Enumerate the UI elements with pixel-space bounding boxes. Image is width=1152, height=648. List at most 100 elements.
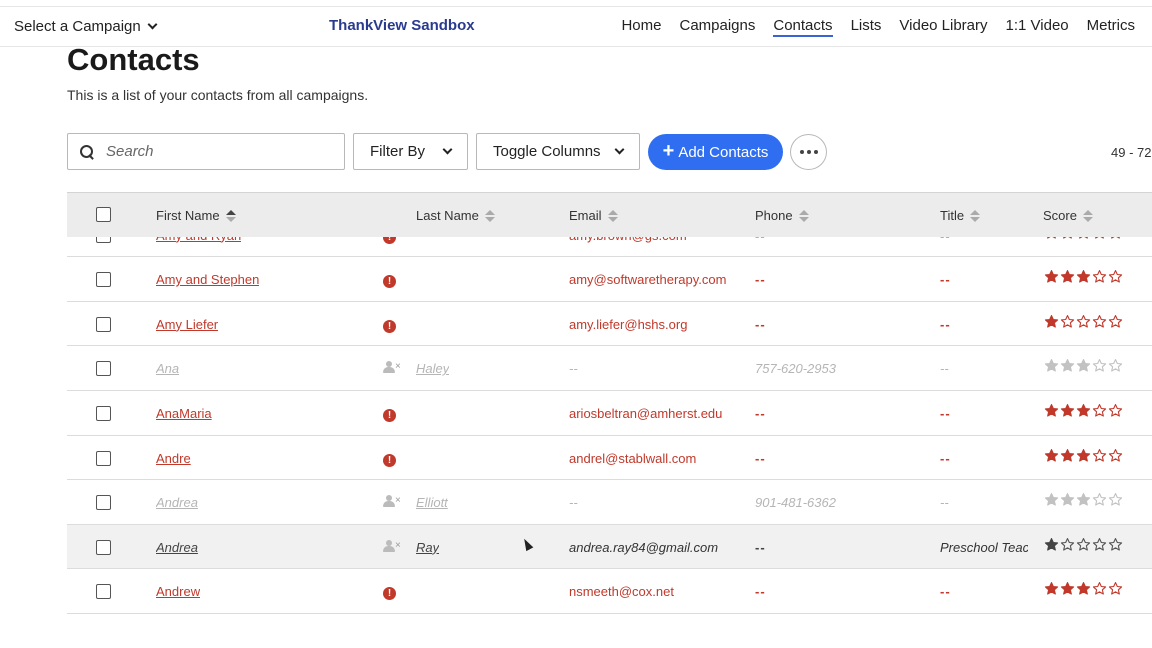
contact-score-stars (1044, 492, 1123, 511)
contact-first-name-link[interactable]: Amy Liefer (156, 317, 218, 332)
star-icon (1060, 582, 1075, 595)
contact-phone: -- (755, 406, 766, 421)
contact-first-name-link[interactable]: Andrea (156, 495, 198, 510)
warning-icon: ! (383, 584, 396, 601)
star-icon (1060, 537, 1075, 551)
row-checkbox[interactable] (96, 316, 111, 332)
star-icon (1060, 270, 1075, 283)
row-checkbox[interactable] (96, 495, 111, 511)
star-icon (1076, 493, 1091, 506)
nav-campaigns[interactable]: Campaigns (679, 17, 755, 37)
star-icon (1108, 448, 1123, 462)
column-header-label: Last Name (416, 208, 479, 223)
pagination-range: 49 - 72 (1111, 145, 1152, 160)
contact-first-name-link[interactable]: Andrea (156, 540, 198, 555)
nav-contacts[interactable]: Contacts (773, 17, 833, 37)
contact-title: -- (940, 406, 951, 421)
contact-phone: -- (755, 272, 766, 288)
warning-icon: ! (383, 406, 396, 422)
star-icon (1044, 582, 1059, 595)
row-checkbox[interactable] (96, 584, 111, 600)
column-header-label: First Name (156, 208, 220, 223)
table-row[interactable]: Andre! andrel@stablwall.com -- -- (67, 436, 1152, 481)
ellipsis-dot-icon (806, 150, 811, 154)
contact-email: -- (569, 495, 578, 511)
contact-email: nsmeeth@cox.net (569, 584, 674, 600)
star-icon (1060, 314, 1075, 328)
contact-first-name-link[interactable]: Ana (156, 361, 179, 376)
star-icon (1044, 404, 1059, 417)
warning-icon: ! (383, 317, 396, 333)
brand-name: ThankView Sandbox (329, 17, 475, 34)
contact-score-stars (1044, 269, 1123, 288)
table-row[interactable]: Andrea × Ray andrea.ray84@gmail.com -- Presch… (67, 524, 1152, 570)
nav-video-library[interactable]: Video Library (899, 17, 987, 37)
sort-icon (607, 209, 618, 222)
contact-last-name-link[interactable]: Ray (416, 540, 439, 555)
row-checkbox[interactable] (96, 539, 111, 555)
row-checkbox[interactable] (96, 450, 111, 466)
toggle-columns-dropdown[interactable]: Toggle Columns (476, 133, 640, 170)
chevron-down-icon (442, 144, 453, 155)
star-icon (1044, 448, 1059, 462)
sort-icon (225, 209, 236, 222)
contact-score-stars (1044, 403, 1123, 422)
column-header-last-name[interactable]: Last Name (416, 208, 495, 223)
table-row[interactable]: Andrea × Elliott -- 901-481-6362 -- (67, 480, 1152, 525)
search-input[interactable] (106, 143, 336, 160)
table-row[interactable]: Amy Liefer! amy.liefer@hshs.org -- -- (67, 302, 1152, 347)
contacts-toolbar: Filter By Toggle Columns + Add Contacts … (67, 133, 1152, 171)
warning-icon: ! (383, 272, 396, 289)
table-row[interactable]: AnaMaria! ariosbeltran@amherst.edu -- -- (67, 391, 1152, 436)
contact-last-name-link[interactable]: Elliott (416, 495, 448, 510)
star-icon (1092, 537, 1107, 551)
column-header-title[interactable]: Title (940, 208, 981, 223)
sort-icon (970, 209, 981, 222)
page-title: Contacts (67, 42, 200, 77)
search-icon (80, 144, 94, 159)
contact-first-name-link[interactable]: Amy and Stephen (156, 272, 259, 287)
table-row[interactable]: Amy and Stephen! amy@softwaretherapy.com -… (67, 257, 1152, 302)
chevron-down-icon (147, 19, 158, 30)
more-options-button[interactable] (790, 134, 827, 170)
star-icon (1076, 359, 1091, 372)
contact-last-name-link[interactable]: Haley (416, 361, 449, 376)
contact-title: -- (940, 272, 951, 288)
column-header-phone[interactable]: Phone (755, 208, 809, 223)
star-icon (1092, 582, 1107, 595)
nav-one-to-one-video[interactable]: 1:1 Video (1006, 17, 1069, 37)
star-icon (1060, 359, 1075, 372)
star-icon (1076, 314, 1091, 328)
campaign-select-dropdown[interactable]: Select a Campaign (14, 18, 158, 35)
warning-icon: ! (383, 451, 396, 467)
add-contacts-button[interactable]: + Add Contacts (648, 134, 783, 170)
contact-score-stars (1044, 314, 1123, 333)
star-icon (1092, 493, 1107, 506)
contacts-table: First Name Last Name Email Phone Title S… (67, 192, 1152, 614)
row-checkbox[interactable] (96, 272, 111, 288)
contact-email: amy@softwaretherapy.com (569, 272, 727, 288)
nav-home[interactable]: Home (621, 17, 661, 37)
column-header-score[interactable]: Score (1043, 208, 1093, 223)
row-checkbox[interactable] (96, 361, 111, 377)
column-header-email[interactable]: Email (569, 208, 618, 223)
ellipsis-dot-icon (799, 150, 804, 154)
row-checkbox[interactable] (96, 406, 111, 421)
contact-first-name-link[interactable]: AnaMaria (156, 406, 212, 421)
filter-by-label: Filter By (370, 143, 426, 160)
contact-first-name-link[interactable]: Andre (156, 451, 191, 466)
table-row[interactable]: Andrew! nsmeeth@cox.net -- -- (67, 569, 1152, 614)
table-row[interactable]: Ana × Haley -- 757-620-2953 -- (67, 346, 1152, 391)
contact-first-name-link[interactable]: Andrew (156, 584, 200, 599)
star-icon (1044, 537, 1059, 551)
contact-title: -- (940, 361, 949, 377)
nav-lists[interactable]: Lists (851, 17, 882, 37)
column-header-label: Phone (755, 208, 793, 223)
contact-phone: -- (755, 450, 766, 466)
column-header-first-name[interactable]: First Name (156, 208, 236, 223)
filter-by-dropdown[interactable]: Filter By (353, 133, 468, 170)
column-header-label: Title (940, 208, 965, 223)
nav-metrics[interactable]: Metrics (1087, 17, 1135, 37)
star-icon (1108, 314, 1123, 328)
select-all-checkbox[interactable] (96, 207, 111, 222)
